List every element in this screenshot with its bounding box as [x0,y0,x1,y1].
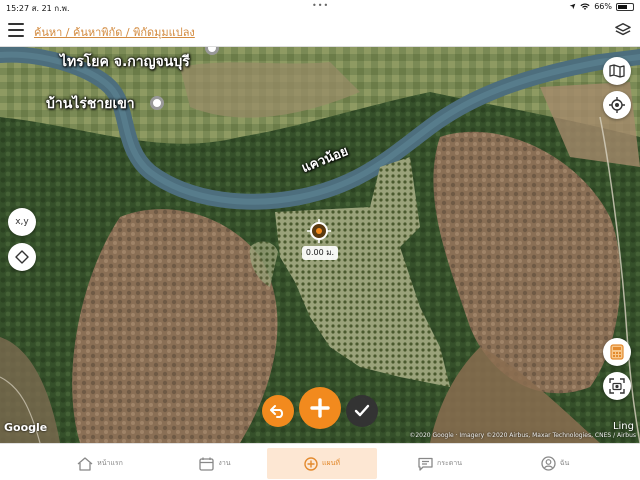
capture-screen-button[interactable] [603,372,631,400]
distance-readout: 0.00 ม. [302,246,338,260]
top-navigation-bar: ค้นหา / ค้นหาพิกัด / พิกัดมุมแปลง [0,14,640,47]
multitask-dots[interactable]: ••• [312,1,329,10]
hamburger-icon[interactable] [8,23,24,37]
undo-icon [270,405,284,418]
bottom-tab-bar: หน้าแรก งาน แผนที่ กระดาน ฉัน [0,443,640,480]
calendar-icon [199,457,215,471]
tab-home-label: หน้าแรก [97,459,123,467]
layers-icon[interactable] [614,22,632,38]
battery-percent: 66% [594,2,612,11]
map-type-button[interactable] [603,57,631,85]
gps-target-icon [609,97,625,113]
crosshair-icon [307,219,331,243]
battery-icon [616,2,634,11]
map-icon [609,64,625,78]
user-icon [541,456,556,471]
coordinates-button[interactable]: x,y [8,208,36,236]
tab-board[interactable]: กระดาน [400,450,480,477]
satellite-map[interactable]: ไทรโยค จ.กาญจนบุรี บ้านไร่ชายเขา แควน้อย [0,47,640,443]
tab-jobs[interactable]: งาน [180,450,250,477]
checkmark-icon [354,404,370,417]
confirm-button[interactable] [346,395,378,427]
plus-icon [310,398,330,418]
status-bar: 15:27 ส. 21 ก.พ. ••• 66% [0,0,640,14]
tab-board-label: กระดาน [436,459,463,467]
battery-fill [618,4,627,9]
google-logo: Google [4,421,48,434]
wifi-icon [580,3,590,10]
map-label-district: ไทรโยค จ.กาญจนบุรี [60,54,190,70]
tab-me[interactable]: ฉัน [525,450,585,477]
tab-home[interactable]: หน้าแรก [60,450,140,477]
map-label-village: บ้านไร่ชายเขา [46,96,135,112]
home-icon [77,456,93,471]
tab-me-label: ฉัน [559,459,570,467]
tab-jobs-label: งาน [218,459,231,467]
app-screen: 15:27 ส. 21 ก.พ. ••• 66% ค้นหา / ค้นหาพิ… [0,0,640,480]
camera-frame-icon [609,378,625,394]
village-pin-icon[interactable] [150,96,164,110]
plus-circle-icon [304,456,318,471]
scale-label: Ling [612,421,634,432]
area-calculator-button[interactable] [603,338,631,366]
add-point-button[interactable] [299,387,341,429]
location-arrow-icon [569,3,576,10]
locate-me-button[interactable] [603,91,631,119]
breadcrumb[interactable]: ค้นหา / ค้นหาพิกัด / พิกัดมุมแปลง [34,23,195,41]
diamond-icon [15,250,29,264]
tab-map[interactable]: แผนที่ [267,448,377,479]
message-board-icon [418,457,433,471]
calculator-icon [610,344,624,360]
map-attribution[interactable]: ©2020 Google · Imagery ©2020 Airbus, Max… [409,432,636,439]
draw-polygon-button[interactable] [8,243,36,271]
undo-button[interactable] [262,395,294,427]
tab-map-label: แผนที่ [321,459,340,467]
coordinates-label: x,y [15,217,29,227]
